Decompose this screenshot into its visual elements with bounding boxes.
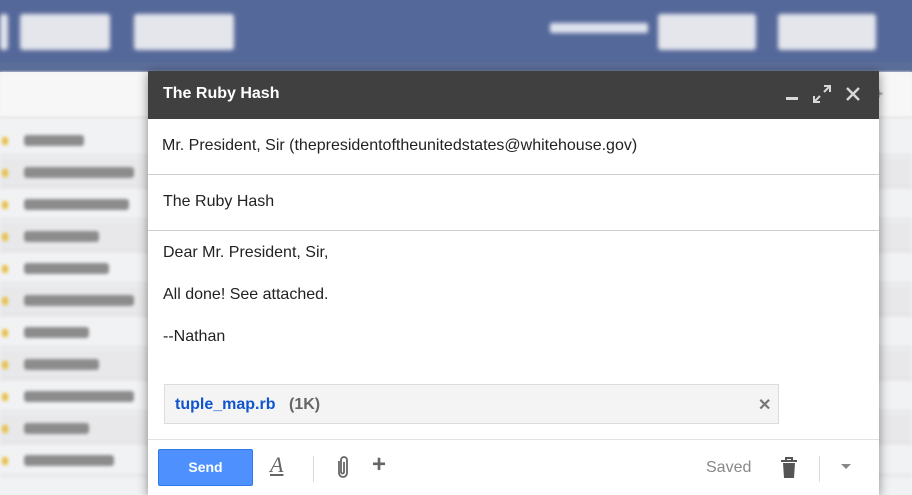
to-recipient[interactable]: Mr. President, Sir (thepresidentoftheuni… [162,137,637,155]
chevron-down-icon[interactable] [838,458,862,484]
body-line: All done! See attached. [163,286,329,303]
minimize-icon[interactable] [781,83,803,105]
background-refresh-button [20,14,110,50]
background-toolbar [0,0,912,62]
saved-status: Saved [706,459,752,476]
remove-attachment-icon[interactable]: ✕ [758,395,771,415]
trash-icon[interactable] [778,456,802,482]
attachment-chip[interactable]: tuple_map.rb (1K) ✕ [164,384,779,424]
divider [313,456,314,482]
compose-window: The Ruby Hash Mr. President, Sir (thepre… [148,71,879,495]
background-more-button [134,14,234,50]
body-line: Dear Mr. President, Sir, [163,244,329,261]
compose-title: The Ruby Hash [163,85,280,102]
attachment-name[interactable]: tuple_map.rb [175,396,275,414]
background-button [0,14,8,50]
background-older-newer-buttons [658,14,756,50]
compose-title-bar[interactable]: The Ruby Hash [148,71,879,119]
message-body[interactable]: Dear Mr. President, Sir, All done! See a… [163,243,863,369]
plus-icon[interactable]: + [372,451,396,478]
text-format-icon[interactable]: A [270,452,294,478]
attachment-size: (1K) [289,396,321,413]
body-line: --Nathan [163,328,226,345]
subject-field[interactable]: The Ruby Hash [148,175,879,231]
close-icon[interactable] [842,83,864,105]
compose-bottom-bar: Send A + Saved [148,439,879,495]
expand-icon[interactable] [811,83,833,105]
to-field[interactable]: Mr. President, Sir (thepresidentoftheuni… [148,119,879,175]
divider [819,456,820,482]
subject-text: The Ruby Hash [163,193,275,210]
background-settings-button [778,14,876,50]
background-page-count [550,23,648,33]
send-button[interactable]: Send [158,449,253,486]
paperclip-icon[interactable] [333,455,357,481]
